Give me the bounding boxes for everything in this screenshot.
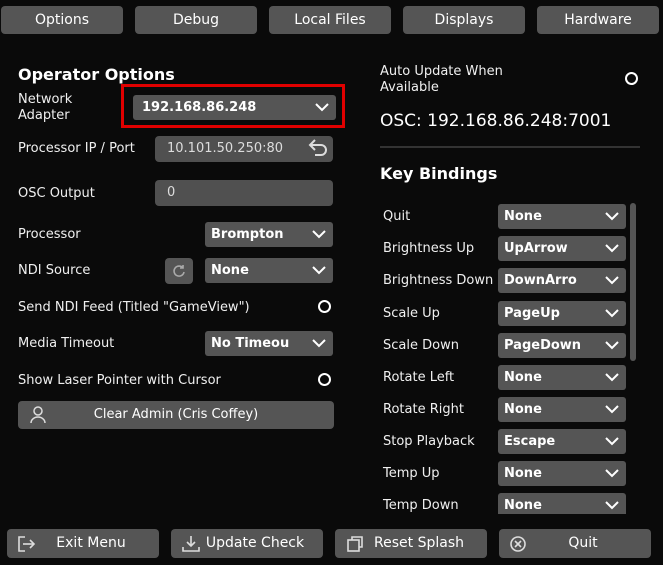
- binding-value: Escape: [504, 434, 556, 449]
- binding-dropdown-quit[interactable]: None: [498, 204, 626, 229]
- chevron-down-icon: [605, 268, 619, 293]
- key-bindings-list[interactable]: Quit None Brightness Up UpArrow Brightne…: [0, 0, 663, 514]
- chevron-down-icon: [605, 333, 619, 358]
- binding-dropdown-scale-up[interactable]: PageUp: [498, 301, 626, 326]
- binding-value: None: [504, 498, 542, 513]
- binding-label-temp-up: Temp Up: [383, 466, 440, 481]
- binding-dropdown-temp-down[interactable]: None: [498, 493, 626, 514]
- binding-label-scale-down: Scale Down: [383, 338, 459, 353]
- reset-splash-button[interactable]: Reset Splash: [335, 529, 487, 558]
- binding-dropdown-rotate-right[interactable]: None: [498, 397, 626, 422]
- binding-value: DownArro: [504, 273, 577, 288]
- binding-value: None: [504, 209, 542, 224]
- chevron-down-icon: [605, 493, 619, 514]
- binding-label-brightness-down: Brightness Down: [383, 273, 494, 288]
- binding-dropdown-rotate-left[interactable]: None: [498, 365, 626, 390]
- chevron-down-icon: [605, 429, 619, 454]
- reset-splash-label: Reset Splash: [374, 535, 464, 551]
- chevron-down-icon: [605, 365, 619, 390]
- quit-button[interactable]: Quit: [499, 529, 651, 558]
- key-bindings-scrollbar[interactable]: [630, 203, 636, 361]
- exit-menu-label: Exit Menu: [56, 535, 126, 551]
- binding-dropdown-stop-playback[interactable]: Escape: [498, 429, 626, 454]
- binding-dropdown-brightness-up[interactable]: UpArrow: [498, 236, 626, 261]
- binding-value: None: [504, 370, 542, 385]
- binding-label-scale-up: Scale Up: [383, 306, 440, 321]
- binding-value: PageDown: [504, 338, 582, 353]
- binding-dropdown-scale-down[interactable]: PageDown: [498, 333, 626, 358]
- binding-label-brightness-up: Brightness Up: [383, 241, 475, 256]
- binding-label-stop-playback: Stop Playback: [383, 434, 475, 449]
- chevron-down-icon: [605, 236, 619, 261]
- binding-label-rotate-left: Rotate Left: [383, 370, 455, 385]
- update-check-button[interactable]: Update Check: [171, 529, 323, 558]
- binding-dropdown-brightness-down[interactable]: DownArro: [498, 268, 626, 293]
- binding-label-rotate-right: Rotate Right: [383, 402, 464, 417]
- binding-value: PageUp: [504, 306, 560, 321]
- update-check-label: Update Check: [205, 535, 305, 551]
- binding-value: None: [504, 402, 542, 417]
- chevron-down-icon: [605, 461, 619, 486]
- chevron-down-icon: [605, 204, 619, 229]
- quit-label: Quit: [568, 535, 598, 551]
- binding-value: None: [504, 466, 542, 481]
- binding-value: UpArrow: [504, 241, 568, 256]
- chevron-down-icon: [605, 397, 619, 422]
- binding-label-quit: Quit: [383, 209, 411, 224]
- binding-dropdown-temp-up[interactable]: None: [498, 461, 626, 486]
- chevron-down-icon: [605, 301, 619, 326]
- binding-label-temp-down: Temp Down: [383, 498, 459, 513]
- exit-menu-button[interactable]: Exit Menu: [7, 529, 159, 558]
